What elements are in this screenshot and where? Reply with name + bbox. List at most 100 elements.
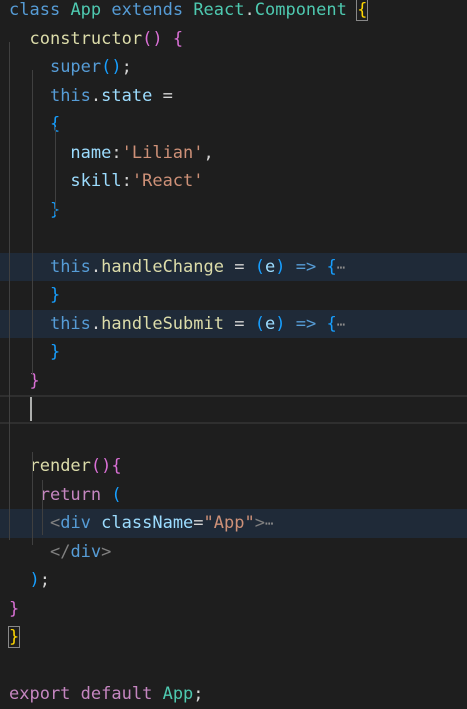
- code-line[interactable]: );: [0, 566, 467, 595]
- code-token: this: [49, 313, 91, 334]
- code-line[interactable]: <div className="App">⋯: [0, 509, 467, 538]
- code-token: e: [264, 256, 276, 277]
- code-token: .: [244, 0, 255, 20]
- code-text: }: [9, 595, 19, 624]
- code-line[interactable]: [0, 424, 467, 453]
- code-text: </div>: [9, 538, 111, 567]
- code-token: {: [326, 256, 337, 277]
- code-token: handleSubmit: [101, 313, 224, 334]
- code-line[interactable]: [0, 224, 467, 253]
- code-text: return (: [9, 481, 122, 510]
- code-line[interactable]: render(){: [0, 452, 467, 481]
- code-token: React: [193, 0, 245, 20]
- code-token: default: [80, 684, 153, 704]
- code-line[interactable]: this.state =: [0, 82, 467, 111]
- code-token: .: [90, 256, 102, 277]
- code-line[interactable]: constructor() {: [0, 25, 467, 54]
- indent-guide: [32, 452, 33, 545]
- code-line[interactable]: </div>: [0, 538, 467, 567]
- code-token: extends: [111, 0, 184, 20]
- code-line[interactable]: }: [0, 196, 467, 225]
- code-text: this.handleSubmit = (e) => {⋯: [9, 310, 345, 340]
- code-text: {: [9, 110, 60, 139]
- code-token: }: [49, 342, 61, 362]
- code-line[interactable]: skill:'React': [0, 167, 467, 196]
- fold-ellipsis-icon[interactable]: ⋯: [265, 516, 273, 532]
- code-token: {: [172, 28, 184, 49]
- code-line[interactable]: }: [0, 367, 467, 396]
- code-token: }: [9, 598, 20, 619]
- code-text: }: [9, 196, 60, 225]
- code-text: render(){: [9, 452, 121, 481]
- code-line[interactable]: [0, 652, 467, 681]
- code-token: skill: [70, 171, 122, 191]
- code-line[interactable]: }: [0, 623, 467, 652]
- code-token: App: [70, 0, 102, 20]
- code-line[interactable]: }: [0, 338, 467, 367]
- code-text: );: [9, 566, 50, 595]
- code-token: <: [49, 513, 61, 533]
- code-token: =>: [295, 313, 317, 334]
- code-text: skill:'React': [9, 167, 204, 196]
- indent-guide: [42, 480, 43, 535]
- code-line[interactable]: }: [0, 595, 467, 624]
- code-line[interactable]: super();: [0, 53, 467, 82]
- code-line[interactable]: this.handleSubmit = (e) => {⋯: [0, 309, 467, 340]
- code-token: ;: [39, 570, 50, 590]
- code-line[interactable]: }: [0, 281, 467, 310]
- code-line[interactable]: this.handleChange = (e) => {⋯: [0, 252, 467, 281]
- code-token: super: [49, 57, 102, 77]
- code-token: div: [60, 513, 91, 533]
- fold-ellipsis-icon[interactable]: ⋯: [337, 260, 345, 276]
- code-token: (): [90, 456, 112, 476]
- code-token: ): [29, 570, 40, 590]
- code-token: "App": [203, 513, 255, 533]
- code-line[interactable]: name:'Lilian',: [0, 139, 467, 168]
- fold-ellipsis-icon[interactable]: ⋯: [337, 317, 345, 333]
- code-token: (: [254, 313, 265, 334]
- code-text: }: [7, 623, 21, 652]
- code-token: (: [111, 484, 122, 505]
- text-cursor: [30, 397, 32, 421]
- indent-guide: [32, 70, 33, 375]
- code-line[interactable]: class App extends React.Component {: [0, 0, 467, 25]
- code-token: (): [142, 28, 163, 49]
- code-token: return: [39, 484, 102, 505]
- code-token: handleChange: [101, 256, 224, 277]
- code-token: .: [90, 313, 102, 334]
- code-token: ;: [193, 684, 204, 704]
- code-editor[interactable]: class App extends React.Component { cons…: [0, 0, 467, 704]
- code-text: constructor() {: [9, 25, 183, 54]
- code-token: </: [49, 541, 71, 562]
- code-text: name:'Lilian',: [9, 139, 213, 168]
- code-token: class: [9, 0, 61, 20]
- code-line[interactable]: {: [0, 110, 467, 139]
- code-token: ): [275, 256, 286, 277]
- code-token: e: [264, 313, 276, 334]
- code-line[interactable]: export default App;: [0, 680, 467, 709]
- code-token: 'React': [131, 171, 204, 191]
- code-line[interactable]: [0, 395, 467, 424]
- code-text: super();: [9, 53, 132, 82]
- code-token: div: [70, 541, 102, 562]
- code-token: {: [356, 0, 369, 21]
- code-token: }: [7, 626, 21, 648]
- code-line[interactable]: return (: [0, 481, 467, 510]
